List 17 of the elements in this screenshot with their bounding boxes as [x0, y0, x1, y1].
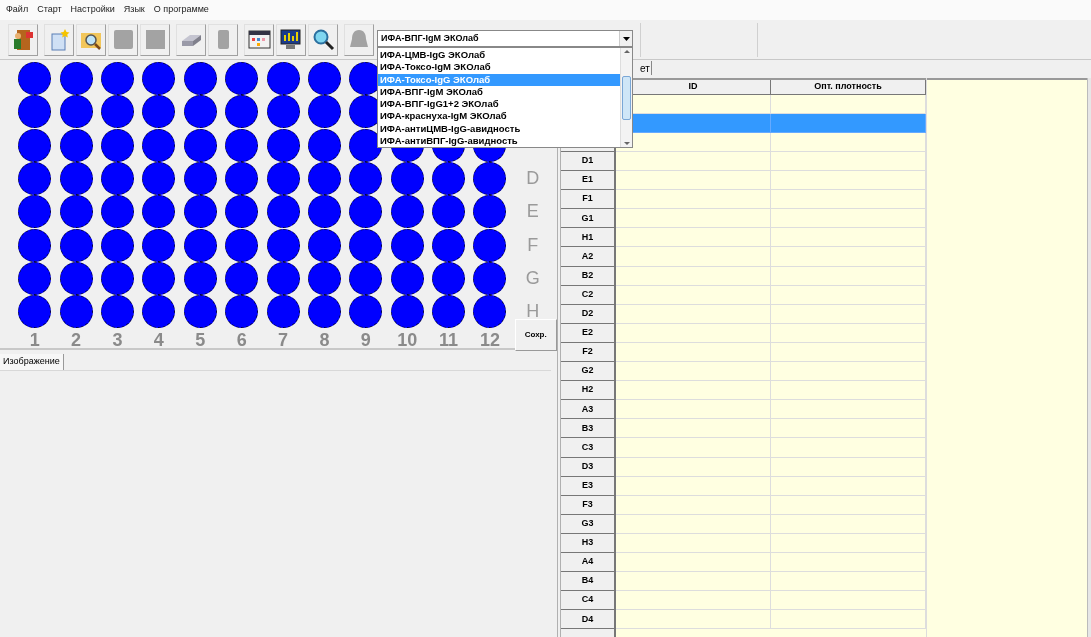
column-label: 9 — [360, 328, 371, 352]
column-label: 5 — [195, 328, 206, 352]
column-label: 7 — [278, 328, 289, 352]
column-label: 4 — [153, 328, 164, 352]
column-label: 10 — [397, 328, 418, 352]
row-label: D — [526, 167, 540, 191]
row-label: G — [525, 266, 540, 290]
column-label: 1 — [29, 328, 40, 352]
row-label: E — [526, 200, 539, 224]
dropdown-value: ИФА-ВПГ-IgM ЭКОлаб — [381, 31, 480, 45]
column-label: 2 — [71, 328, 82, 352]
column-label: 12 — [479, 328, 500, 352]
column-label: 3 — [112, 328, 123, 352]
column-label: 8 — [319, 328, 330, 352]
row-label: F — [527, 233, 539, 257]
column-label: 11 — [439, 328, 459, 352]
column-label: 6 — [236, 328, 247, 352]
